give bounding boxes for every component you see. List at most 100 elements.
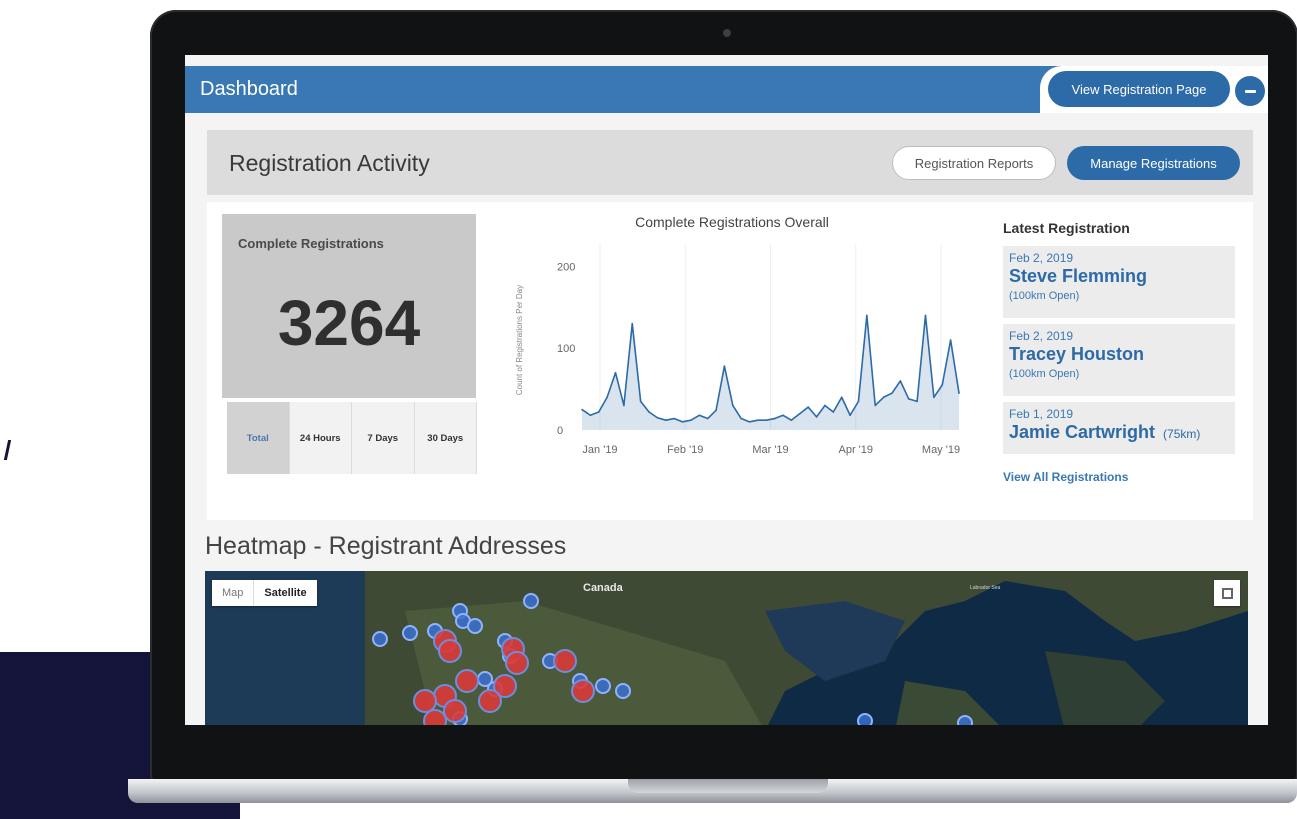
registration-race: (100km Open): [1009, 368, 1080, 380]
heatmap-point: [523, 593, 539, 609]
y-axis-label: Count of Registrations Per Day: [515, 285, 524, 395]
data-point: [874, 404, 877, 407]
x-tick-label: Mar '19: [752, 444, 788, 456]
registration-race: (75km): [1163, 427, 1201, 441]
data-point: [623, 404, 625, 407]
heatmap-map[interactable]: Map Satellite Canada Labrador Sea: [205, 571, 1248, 725]
data-point: [941, 384, 944, 386]
data-point: [891, 392, 893, 394]
data-point: [857, 400, 860, 403]
registration-card[interactable]: Feb 2, 2019 Steve Flemming (100km Open): [1003, 246, 1235, 318]
tab-30-days[interactable]: 30 Days: [415, 402, 477, 474]
data-point: [916, 400, 918, 403]
stat-value: 3264: [277, 287, 421, 359]
data-point: [648, 411, 650, 413]
heatmap-title: Heatmap - Registrant Addresses: [205, 532, 567, 560]
data-point: [690, 419, 692, 421]
tab-7-days[interactable]: 7 Days: [352, 402, 415, 474]
data-point: [832, 411, 835, 413]
data-point: [581, 408, 583, 411]
data-point: [815, 416, 818, 418]
registrant-name[interactable]: Tracey Houston: [1009, 344, 1144, 365]
registration-card[interactable]: Feb 1, 2019 Jamie Cartwright (75km): [1003, 402, 1235, 454]
data-point: [840, 396, 843, 399]
map-label-sea: Labrador Sea: [970, 585, 1001, 591]
data-point: [924, 314, 927, 317]
view-all-registrations-link[interactable]: View All Registrations: [1003, 470, 1128, 484]
x-tick-label: Jan '19: [582, 444, 617, 456]
latest-registrations: Latest Registration Feb 2, 2019 Steve Fl…: [1003, 210, 1238, 500]
data-point: [639, 400, 642, 403]
heatmap-hotspot: [455, 669, 479, 693]
map-view-button[interactable]: Map: [212, 580, 253, 606]
heatmap-hotspot: [413, 689, 437, 713]
registration-race: (100km Open): [1009, 290, 1080, 302]
y-tick-label: 200: [557, 261, 575, 273]
heatmap-markers: [372, 593, 973, 725]
data-point: [732, 404, 734, 407]
manage-registrations-button[interactable]: Manage Registrations: [1067, 146, 1240, 180]
y-tick-label: 100: [557, 343, 575, 355]
data-point: [757, 419, 759, 421]
data-point: [698, 414, 701, 417]
registration-card[interactable]: Feb 2, 2019 Tracey Houston (100km Open): [1003, 324, 1235, 396]
tab-total[interactable]: Total: [227, 402, 290, 474]
data-point: [765, 419, 768, 421]
view-registration-page-button[interactable]: View Registration Page: [1048, 71, 1230, 107]
data-point: [958, 392, 960, 394]
fullscreen-icon[interactable]: [1214, 580, 1240, 606]
data-point: [782, 414, 784, 417]
registrant-name-row[interactable]: Jamie Cartwright (75km): [1009, 422, 1200, 443]
heatmap-point: [615, 683, 631, 699]
backdrop-mark: [3, 440, 12, 460]
heatmap-point: [372, 631, 388, 647]
data-point: [740, 417, 742, 420]
data-point: [656, 416, 659, 419]
section-title: Registration Activity: [229, 150, 430, 176]
data-point: [681, 421, 684, 423]
heatmap-hotspot: [571, 679, 595, 703]
tab-24-hours[interactable]: 24 Hours: [290, 402, 352, 474]
registration-date: Feb 2, 2019: [1009, 329, 1074, 343]
header-actions: View Registration Page: [1040, 66, 1268, 113]
data-point: [799, 412, 801, 415]
data-point: [899, 380, 902, 382]
registration-date: Feb 2, 2019: [1009, 251, 1074, 265]
heatmap-hotspot: [443, 699, 467, 723]
heatmap-hotspot: [553, 649, 577, 673]
registrant-name[interactable]: Jamie Cartwright: [1009, 422, 1155, 442]
camera-icon: [723, 29, 731, 37]
data-point: [673, 417, 675, 420]
minus-icon[interactable]: [1235, 76, 1265, 106]
x-tick-label: Apr '19: [838, 444, 873, 456]
registrant-name[interactable]: Steve Flemming: [1009, 266, 1147, 287]
heatmap-point: [857, 713, 873, 725]
latest-title: Latest Registration: [1003, 220, 1130, 236]
laptop-screen: Dashboard View Registration Page Registr…: [185, 55, 1268, 725]
data-point: [849, 414, 851, 417]
registration-reports-button[interactable]: Registration Reports: [892, 146, 1056, 180]
satellite-view-button[interactable]: Satellite: [253, 580, 316, 606]
data-point: [907, 398, 910, 400]
page-title: Dashboard: [200, 78, 298, 100]
data-point: [824, 404, 826, 407]
activity-panel: Complete Registrations 3264 Total 24 Hou…: [207, 202, 1253, 520]
data-point: [664, 419, 667, 421]
heatmap-hotspot: [505, 651, 529, 675]
chart-canvas: 0 100 200 Count of Registrations Per Day Jan…: [515, 244, 960, 456]
data-point: [597, 411, 600, 413]
heatmap-point: [595, 678, 611, 694]
heatmap-point: [402, 625, 418, 641]
heatmap-hotspot: [438, 639, 462, 663]
data-point: [589, 414, 592, 417]
map-label-canada: Canada: [583, 582, 623, 594]
data-point: [807, 406, 809, 408]
period-tabs: Total 24 Hours 7 Days 30 Days: [227, 402, 477, 474]
y-tick-label: 0: [557, 425, 563, 437]
data-point: [715, 409, 717, 412]
data-point: [614, 371, 617, 374]
registration-activity-bar: Registration Activity Registration Repor…: [207, 130, 1253, 195]
data-point: [748, 421, 751, 423]
data-point: [790, 419, 793, 421]
map-type-control: Map Satellite: [212, 580, 317, 606]
